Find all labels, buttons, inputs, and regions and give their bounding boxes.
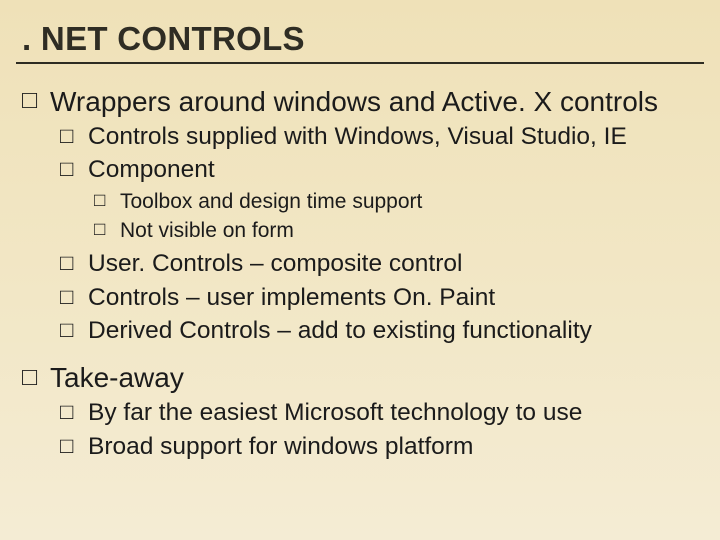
bullet-not-visible: Not visible on form bbox=[94, 217, 698, 244]
slide-title: . NET CONTROLS bbox=[22, 20, 698, 58]
bullet-derived: Derived Controls – add to existing funct… bbox=[60, 315, 698, 346]
bullet-text: Derived Controls – add to existing funct… bbox=[88, 317, 592, 344]
bullet-text: Not visible on form bbox=[120, 219, 294, 242]
bullet-text: Toolbox and design time support bbox=[120, 190, 422, 213]
bullet-by-far: By far the easiest Microsoft technology … bbox=[60, 397, 698, 428]
bullet-list: Wrappers around windows and Active. X co… bbox=[22, 84, 698, 462]
bullet-text: Controls – user implements On. Paint bbox=[88, 284, 495, 311]
bullet-component: Component Toolbox and design time suppor… bbox=[60, 154, 698, 244]
bullet-usercontrols: User. Controls – composite control bbox=[60, 248, 698, 279]
bullet-text: User. Controls – composite control bbox=[88, 250, 462, 277]
bullet-text: By far the easiest Microsoft technology … bbox=[88, 399, 582, 426]
bullet-text: Controls supplied with Windows, Visual S… bbox=[88, 123, 627, 150]
bullet-text: Wrappers around windows and Active. X co… bbox=[50, 86, 658, 117]
bullet-wrappers: Wrappers around windows and Active. X co… bbox=[22, 84, 698, 346]
bullet-toolbox: Toolbox and design time support bbox=[94, 188, 698, 215]
bullet-text: Component bbox=[88, 156, 215, 183]
bullet-controls-supplied: Controls supplied with Windows, Visual S… bbox=[60, 121, 698, 152]
bullet-text: Take-away bbox=[50, 362, 184, 393]
bullet-broad: Broad support for windows platform bbox=[60, 431, 698, 462]
bullet-controls-paint: Controls – user implements On. Paint bbox=[60, 282, 698, 313]
title-underline bbox=[16, 62, 704, 64]
bullet-text: Broad support for windows platform bbox=[88, 433, 473, 460]
bullet-takeaway: Take-away By far the easiest Microsoft t… bbox=[22, 360, 698, 462]
slide: . NET CONTROLS Wrappers around windows a… bbox=[0, 0, 720, 540]
